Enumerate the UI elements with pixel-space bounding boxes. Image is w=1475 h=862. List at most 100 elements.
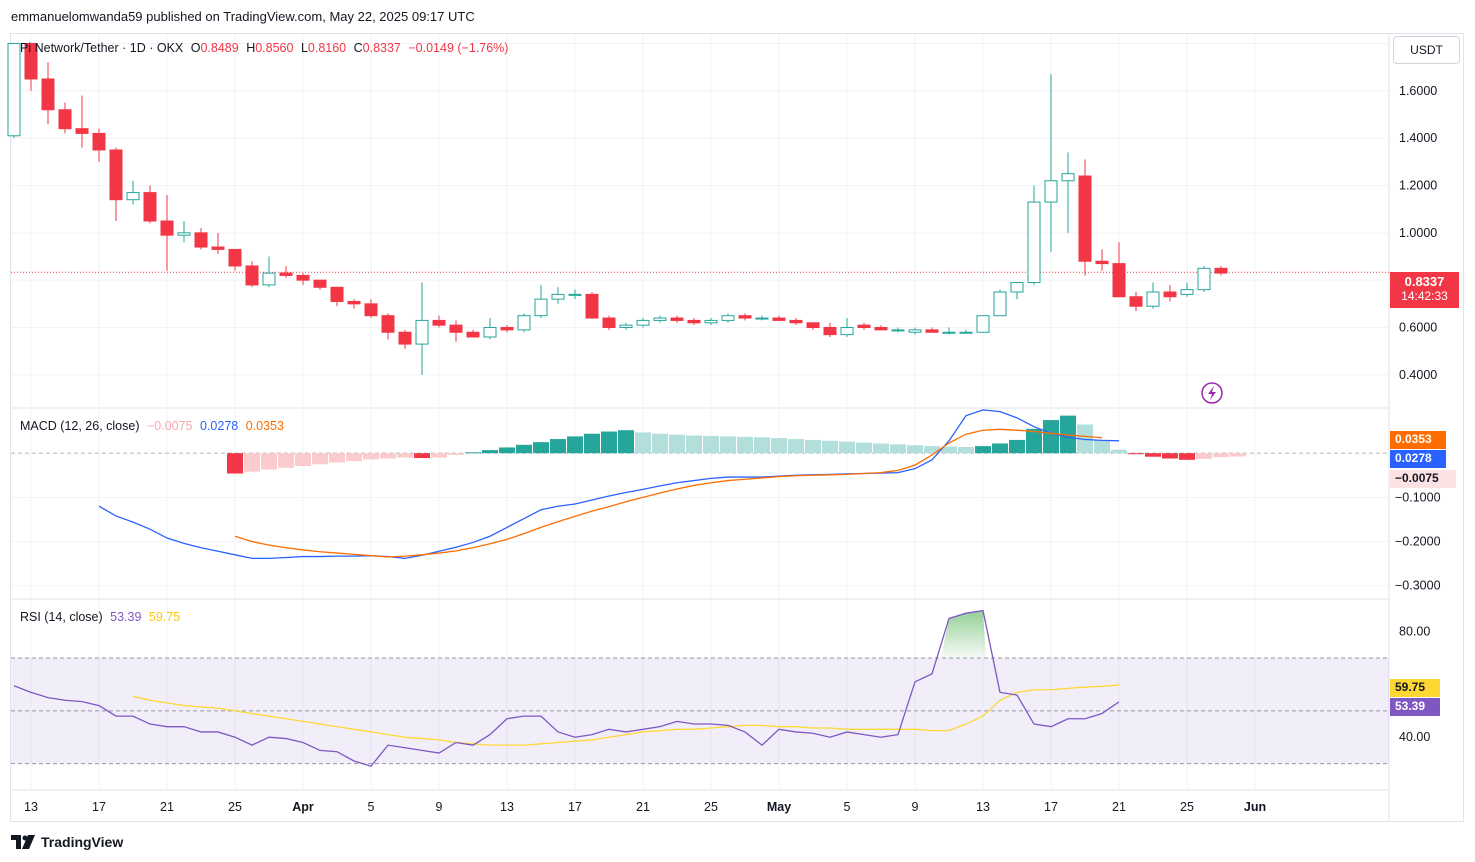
candle bbox=[1010, 282, 1024, 300]
candle-body bbox=[1112, 263, 1126, 298]
macd-hist-bar bbox=[975, 446, 991, 454]
candle-body bbox=[942, 331, 956, 334]
rsi-ma-axis-badge: 59.75 bbox=[1390, 679, 1440, 697]
candle bbox=[738, 313, 752, 321]
legend-high: 0.8560 bbox=[255, 41, 294, 55]
macd-axis-badge: 0.0278 bbox=[1390, 450, 1446, 468]
legend-symbol[interactable]: Pi Network/Tether · 1D · OKX bbox=[20, 41, 183, 55]
legend-low: 0.8160 bbox=[307, 41, 347, 55]
candle bbox=[517, 313, 531, 333]
candle bbox=[585, 292, 599, 319]
candle bbox=[75, 95, 89, 148]
macd-hist-bar bbox=[686, 435, 702, 454]
macd-hist-bar bbox=[261, 453, 277, 470]
rsi-value: 53.39 bbox=[110, 610, 142, 624]
macd-legend: MACD (12, 26, close) −0.0075 0.0278 0.03… bbox=[20, 419, 288, 433]
candle-body bbox=[517, 315, 531, 331]
candle-body bbox=[772, 317, 786, 321]
candles bbox=[7, 42, 1228, 375]
macd-hist-bar bbox=[703, 435, 719, 454]
rsi-overbought-fill bbox=[941, 610, 986, 659]
price-tick-label: 1.4000 bbox=[1399, 131, 1437, 145]
macd-hist-bar bbox=[329, 453, 345, 463]
candle-body bbox=[194, 232, 208, 248]
macd-hist-bar bbox=[1162, 453, 1178, 459]
legend-change: −0.0149 (−1.76%) bbox=[408, 41, 509, 55]
main-legend: Pi Network/Tether · 1D · OKX O0.8489 H0.… bbox=[20, 41, 512, 55]
candle bbox=[160, 194, 174, 271]
lightning-icon bbox=[1201, 382, 1223, 404]
x-tick-label: 9 bbox=[912, 800, 919, 814]
macd-title[interactable]: MACD (12, 26, close) bbox=[20, 419, 139, 433]
x-tick-label: 25 bbox=[704, 800, 718, 814]
legend-open-label: O bbox=[190, 41, 201, 55]
candle-body bbox=[1146, 291, 1160, 307]
candle-body bbox=[398, 331, 412, 345]
macd-hist-bar bbox=[482, 450, 498, 454]
tradingview-brand: TradingView bbox=[41, 834, 124, 850]
candle bbox=[1078, 159, 1092, 276]
candle bbox=[908, 327, 922, 335]
macd-hist-bar bbox=[1196, 453, 1212, 459]
x-tick-label: 17 bbox=[568, 800, 582, 814]
candle bbox=[687, 318, 701, 326]
macd-hist-bar bbox=[1043, 420, 1059, 454]
macd-hist-bar bbox=[278, 453, 294, 468]
macd-hist-bar bbox=[244, 453, 260, 472]
candle bbox=[772, 315, 786, 321]
candle bbox=[449, 320, 463, 342]
macd-hist-bar bbox=[873, 443, 889, 454]
macd-hist-bar bbox=[346, 453, 362, 462]
candle-body bbox=[874, 327, 888, 331]
candle bbox=[381, 313, 395, 340]
macd-hist-bar bbox=[295, 453, 311, 466]
candle-body bbox=[976, 315, 990, 333]
rsi-legend: RSI (14, close) 53.39 59.75 bbox=[20, 610, 184, 624]
candle-body bbox=[857, 324, 871, 329]
candle-body bbox=[704, 319, 718, 324]
hist-axis-badge: −0.0075 bbox=[1390, 470, 1456, 488]
candle-body bbox=[1027, 201, 1041, 284]
price-tick-label: 0.6000 bbox=[1399, 321, 1437, 335]
macd-hist-bar bbox=[1145, 453, 1161, 457]
tradingview-logo[interactable]: TradingView bbox=[11, 834, 123, 850]
macd-hist-bar bbox=[550, 439, 566, 454]
x-tick-label: 25 bbox=[1180, 800, 1194, 814]
candle bbox=[330, 286, 344, 307]
x-tick-label: 25 bbox=[228, 800, 242, 814]
candle-body bbox=[619, 324, 633, 329]
candle-body bbox=[1010, 282, 1024, 293]
candle-body bbox=[1214, 267, 1228, 274]
candle-body bbox=[109, 149, 123, 201]
currency-button[interactable]: USDT bbox=[1393, 36, 1460, 64]
macd-hist-bar bbox=[431, 453, 447, 458]
candle-body bbox=[551, 293, 565, 300]
candle bbox=[602, 315, 616, 330]
candle bbox=[1146, 282, 1160, 309]
macd-hist-bar bbox=[1009, 439, 1025, 454]
candle-body bbox=[534, 298, 548, 317]
candle bbox=[874, 325, 888, 331]
rsi-tick-label: 40.00 bbox=[1399, 730, 1430, 744]
macd-hist-bar bbox=[856, 442, 872, 454]
candle bbox=[942, 327, 956, 335]
candle-body bbox=[568, 293, 582, 296]
candle-body bbox=[1163, 291, 1177, 298]
macd-hist-bar bbox=[312, 453, 328, 465]
candle bbox=[619, 322, 633, 330]
candle bbox=[364, 299, 378, 319]
candle bbox=[58, 102, 72, 134]
candle bbox=[1061, 152, 1075, 233]
rsi-title[interactable]: RSI (14, close) bbox=[20, 610, 103, 624]
candle bbox=[483, 318, 497, 340]
candle bbox=[1197, 265, 1211, 293]
macd-hist-bar bbox=[499, 447, 515, 454]
candle-body bbox=[330, 286, 344, 302]
candle-body bbox=[721, 315, 735, 321]
candle-body bbox=[75, 128, 89, 134]
candle bbox=[653, 315, 667, 323]
candle-body bbox=[483, 327, 497, 338]
candle bbox=[1129, 292, 1143, 311]
candle-body bbox=[687, 319, 701, 324]
candle bbox=[636, 318, 650, 328]
